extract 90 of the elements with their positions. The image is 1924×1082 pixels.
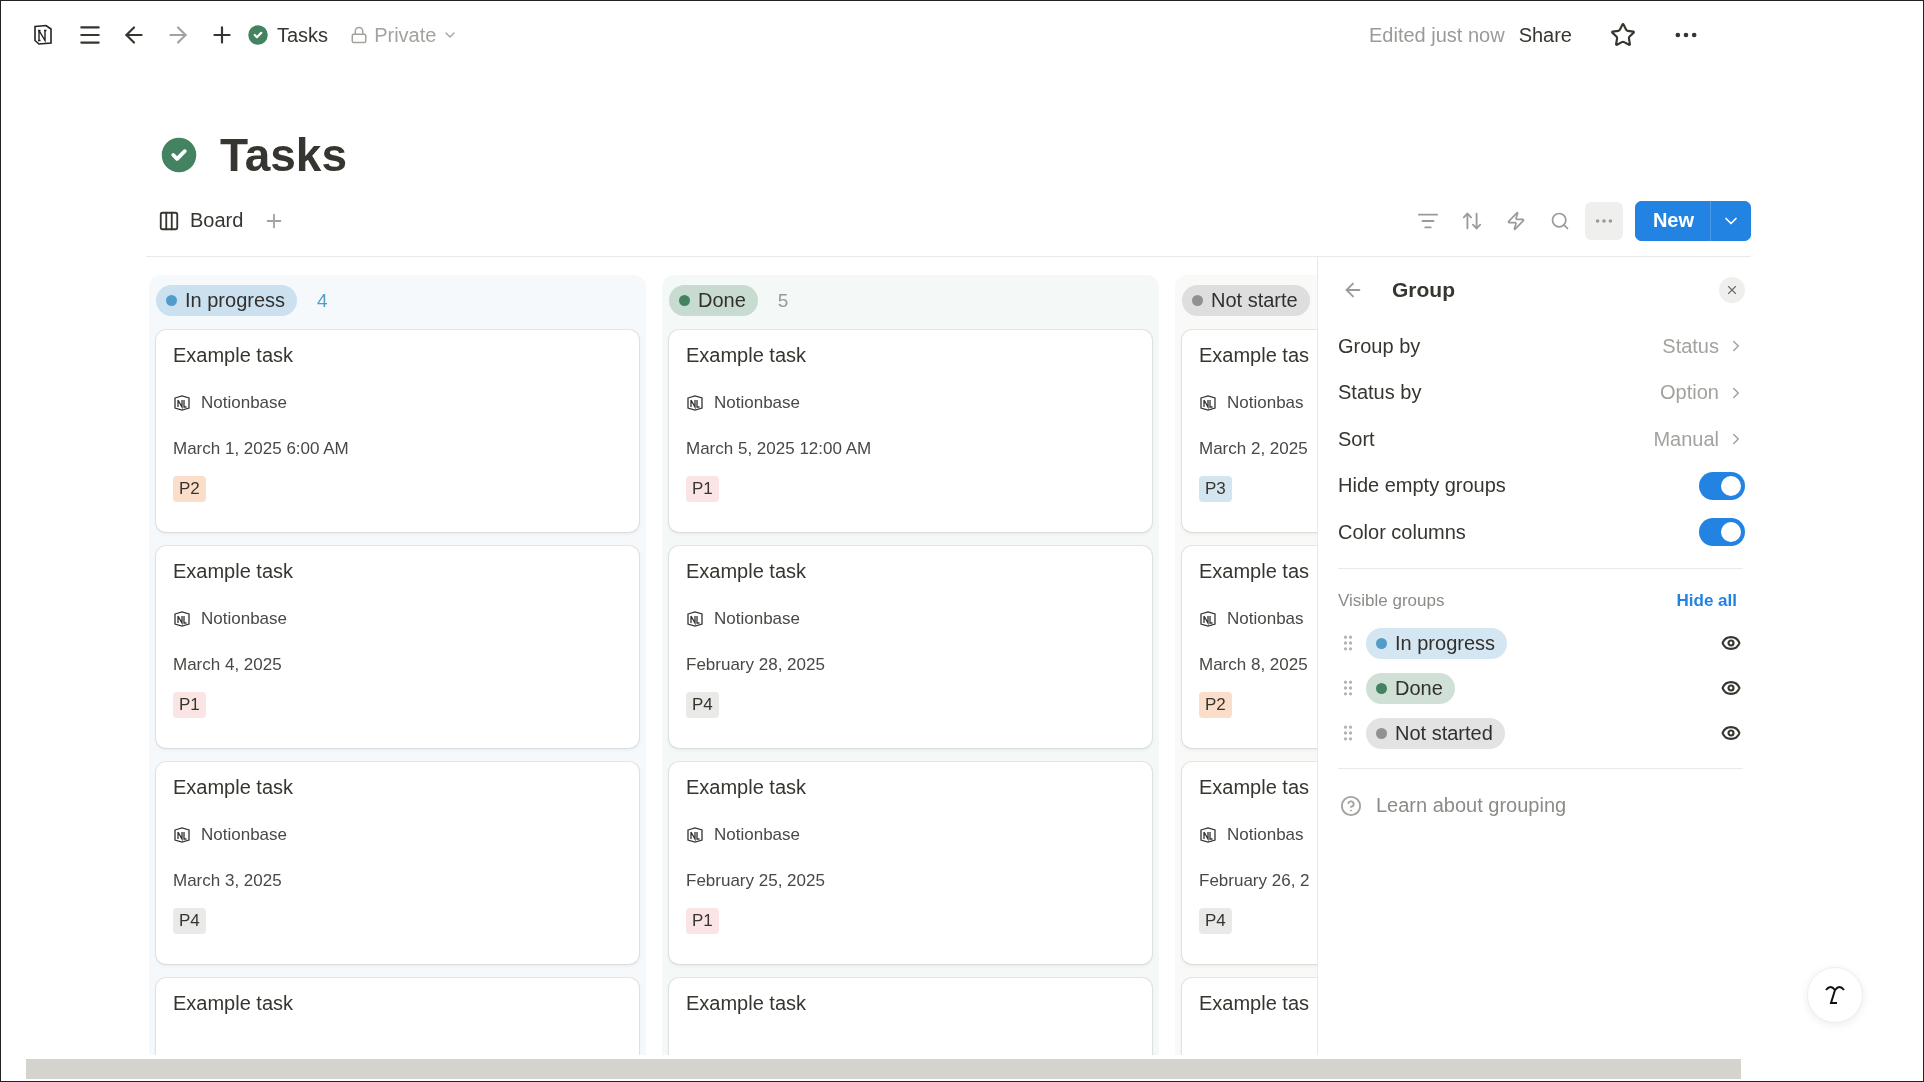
new-dropdown-button[interactable] — [1710, 200, 1751, 241]
task-card[interactable]: Example task — [669, 978, 1152, 1055]
check-circle-icon — [245, 22, 271, 48]
card-title: Example task — [686, 560, 808, 584]
status-tag: Not started — [1366, 717, 1505, 749]
status-tag: Done — [1366, 672, 1455, 704]
card-date: March 8, 2025 — [1199, 654, 1309, 676]
card-title: Example task — [173, 776, 295, 800]
card-title: Example tas — [1199, 344, 1311, 368]
share-button[interactable]: Share — [1518, 23, 1572, 47]
card-date: March 5, 2025 12:00 AM — [686, 438, 873, 460]
source-logo-icon — [686, 610, 704, 628]
card-date: February 25, 2025 — [686, 870, 826, 892]
card-date: February 28, 2025 — [686, 654, 826, 676]
toggle-switch[interactable] — [1699, 518, 1745, 547]
status-tag: Done — [669, 285, 758, 316]
source-logo-icon — [686, 394, 704, 412]
priority-tag: P2 — [1199, 692, 1232, 718]
card-title: Example tas — [1199, 560, 1311, 584]
priority-tag: P1 — [173, 692, 206, 718]
card-title: Example task — [173, 992, 295, 1016]
card-source: Notionbase — [201, 825, 287, 845]
priority-tag: P2 — [173, 476, 206, 502]
status-tag: In progress — [1366, 627, 1508, 659]
edited-status: Edited just now — [1369, 23, 1505, 47]
card-date: March 3, 2025 — [173, 870, 283, 892]
source-logo-icon — [173, 826, 191, 844]
card-date: March 4, 2025 — [173, 654, 283, 676]
source-logo-icon — [686, 826, 704, 844]
task-card[interactable]: Example task Notionbase March 4, 2025 P1 — [156, 546, 639, 748]
priority-tag: P1 — [686, 476, 719, 502]
page-title: Tasks — [220, 128, 348, 182]
source-logo-icon — [1199, 394, 1217, 412]
card-source: Notionbase — [714, 825, 800, 845]
section-heading: Visible groups — [1338, 590, 1445, 611]
card-count: 4 — [317, 289, 328, 312]
setting-label: Status by — [1338, 381, 1422, 405]
toggle-switch[interactable] — [1699, 471, 1745, 500]
task-card[interactable]: Example task Notionbase March 1, 2025 6:00 AM P2 — [156, 330, 639, 532]
card-date: February 26, 2 — [1199, 870, 1311, 892]
card-title: Example task — [173, 344, 295, 368]
card-title: Example task — [686, 776, 808, 800]
task-card[interactable]: Example tas — [1182, 978, 1317, 1055]
task-card[interactable]: Example task Notionbase March 5, 2025 12:00 AM P1 — [669, 330, 1152, 532]
hide-all-link[interactable]: Hide all — [1676, 590, 1737, 611]
card-count: 5 — [777, 289, 789, 312]
priority-tag: P4 — [686, 692, 719, 718]
status-tag: Not starte — [1182, 285, 1310, 316]
close-button[interactable] — [1719, 277, 1745, 303]
source-logo-icon — [1199, 610, 1217, 628]
source-logo-icon — [173, 394, 191, 412]
setting-label: Color columns — [1338, 520, 1466, 544]
task-card[interactable]: Example task Notionbase March 3, 2025 P4 — [156, 762, 639, 964]
setting-label: Sort — [1338, 427, 1375, 451]
task-card[interactable]: Example task Notionbase February 28, 2025 P4 — [669, 546, 1152, 748]
card-source: Notionbase — [201, 609, 287, 629]
task-card[interactable]: Example tas Notionbas March 8, 2025 P2 — [1182, 546, 1317, 748]
priority-tag: P4 — [173, 908, 206, 934]
card-source: Notionbase — [714, 609, 800, 629]
card-title: Example task — [686, 992, 808, 1016]
task-card[interactable]: Example tas Notionbas March 2, 2025 P3 — [1182, 330, 1317, 532]
card-title: Example task — [686, 344, 808, 368]
source-logo-icon — [1199, 826, 1217, 844]
card-title: Example tas — [1199, 992, 1311, 1016]
panel-title: Group — [1392, 278, 1455, 302]
card-date: March 2, 2025 — [1199, 438, 1309, 460]
priority-tag: P4 — [1199, 908, 1232, 934]
card-title: Example tas — [1199, 776, 1311, 800]
task-card[interactable]: Example task Notionbase February 25, 2025 P1 — [669, 762, 1152, 964]
assistant-button[interactable] — [1807, 967, 1863, 1023]
breadcrumb-page[interactable]: Tasks — [277, 23, 329, 47]
view-tab[interactable]: Board — [158, 209, 244, 232]
card-source: Notionbas — [1227, 825, 1304, 845]
setting-label: Group by — [1338, 334, 1421, 358]
card-source: Notionbase — [201, 393, 287, 413]
priority-tag: P3 — [1199, 476, 1232, 502]
source-logo-icon — [173, 610, 191, 628]
board-view-icon — [158, 209, 180, 232]
lock-icon — [350, 26, 369, 44]
card-title: Example task — [173, 560, 295, 584]
task-card[interactable]: Example tas Notionbas February 26, 2 P4 — [1182, 762, 1317, 964]
help-icon — [1340, 794, 1362, 817]
status-tag: In progress — [156, 285, 298, 316]
card-date: March 1, 2025 6:00 AM — [173, 438, 350, 460]
card-source: Notionbase — [714, 393, 800, 413]
task-card[interactable]: Example task — [156, 978, 639, 1055]
card-source: Notionbas — [1227, 393, 1304, 413]
setting-label: Hide empty groups — [1338, 474, 1506, 498]
priority-tag: P1 — [686, 908, 719, 934]
card-source: Notionbas — [1227, 609, 1304, 629]
